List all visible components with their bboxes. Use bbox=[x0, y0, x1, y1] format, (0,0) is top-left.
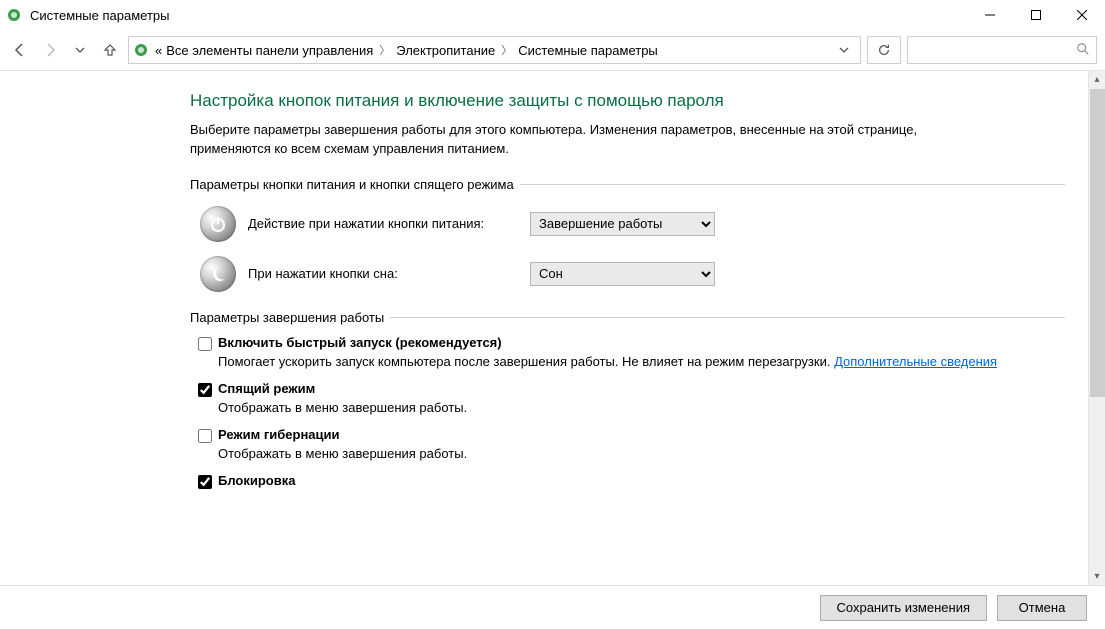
recent-locations-dropdown[interactable] bbox=[68, 38, 92, 62]
group-shutdown: Параметры завершения работы Включить быс… bbox=[190, 310, 1065, 490]
checkbox-title: Включить быстрый запуск (рекомендуется) bbox=[218, 335, 502, 350]
chevron-right-icon: 〉 bbox=[501, 42, 512, 58]
address-icon bbox=[133, 42, 149, 58]
chevron-right-icon: 〉 bbox=[379, 42, 390, 58]
page-title: Настройка кнопок питания и включение защ… bbox=[190, 91, 1065, 111]
breadcrumb-prefix: « bbox=[155, 43, 162, 58]
checkbox-fast-startup: Включить быстрый запуск (рекомендуется) … bbox=[198, 335, 1065, 371]
power-button-select[interactable]: Завершение работы bbox=[530, 212, 715, 236]
breadcrumb: « Все элементы панели управления 〉 Элект… bbox=[155, 42, 826, 58]
power-button-row: Действие при нажатии кнопки питания: Зав… bbox=[200, 206, 1065, 242]
content-area: Настройка кнопок питания и включение защ… bbox=[0, 70, 1105, 585]
scroll-down-icon[interactable]: ▾ bbox=[1089, 568, 1105, 585]
close-button[interactable] bbox=[1059, 0, 1105, 30]
forward-button[interactable] bbox=[38, 38, 62, 62]
moon-icon bbox=[200, 256, 236, 292]
up-button[interactable] bbox=[98, 38, 122, 62]
checkbox-input[interactable] bbox=[198, 383, 212, 397]
maximize-button[interactable] bbox=[1013, 0, 1059, 30]
checkbox-desc: Отображать в меню завершения работы. bbox=[218, 399, 1065, 417]
group-legend: Параметры кнопки питания и кнопки спящег… bbox=[190, 177, 520, 192]
more-info-link[interactable]: Дополнительные сведения bbox=[834, 354, 997, 369]
scroll-up-icon[interactable]: ▴ bbox=[1089, 71, 1105, 88]
footer: Сохранить изменения Отмена bbox=[0, 585, 1105, 629]
search-input[interactable] bbox=[907, 36, 1097, 64]
scroll-thumb[interactable] bbox=[1090, 89, 1105, 397]
checkbox-desc: Помогает ускорить запуск компьютера посл… bbox=[218, 353, 1065, 371]
refresh-button[interactable] bbox=[867, 36, 901, 64]
checkbox-title: Блокировка bbox=[218, 473, 295, 488]
search-icon bbox=[1076, 42, 1090, 59]
save-button[interactable]: Сохранить изменения bbox=[820, 595, 988, 621]
vertical-scrollbar[interactable]: ▴ ▾ bbox=[1088, 71, 1105, 585]
address-history-dropdown[interactable] bbox=[832, 37, 856, 63]
breadcrumb-item[interactable]: Электропитание bbox=[396, 43, 495, 58]
window-title: Системные параметры bbox=[30, 8, 169, 23]
checkbox-desc: Отображать в меню завершения работы. bbox=[218, 445, 1065, 463]
cancel-button[interactable]: Отмена bbox=[997, 595, 1087, 621]
intro-text: Выберите параметры завершения работы для… bbox=[190, 121, 950, 159]
group-legend: Параметры завершения работы bbox=[190, 310, 390, 325]
checkbox-hibernation: Режим гибернации Отображать в меню завер… bbox=[198, 427, 1065, 463]
checkbox-input[interactable] bbox=[198, 337, 212, 351]
checkbox-input[interactable] bbox=[198, 475, 212, 489]
sleep-button-row: При нажатии кнопки сна: Сон bbox=[200, 256, 1065, 292]
back-button[interactable] bbox=[8, 38, 32, 62]
checkbox-title: Спящий режим bbox=[218, 381, 315, 396]
breadcrumb-item[interactable]: Системные параметры bbox=[518, 43, 657, 58]
checkbox-input[interactable] bbox=[198, 429, 212, 443]
titlebar: Системные параметры bbox=[0, 0, 1105, 30]
window-controls bbox=[967, 0, 1105, 30]
address-bar[interactable]: « Все элементы панели управления 〉 Элект… bbox=[128, 36, 861, 64]
group-power-sleep: Параметры кнопки питания и кнопки спящег… bbox=[190, 177, 1065, 292]
app-icon bbox=[6, 7, 22, 23]
minimize-button[interactable] bbox=[967, 0, 1013, 30]
checkbox-title: Режим гибернации bbox=[218, 427, 340, 442]
checkbox-lock: Блокировка bbox=[198, 473, 1065, 489]
sleep-button-label: При нажатии кнопки сна: bbox=[248, 266, 518, 281]
checkbox-sleep: Спящий режим Отображать в меню завершени… bbox=[198, 381, 1065, 417]
power-button-label: Действие при нажатии кнопки питания: bbox=[248, 216, 518, 231]
breadcrumb-item[interactable]: Все элементы панели управления bbox=[166, 43, 373, 58]
sleep-button-select[interactable]: Сон bbox=[530, 262, 715, 286]
nav-row: « Все элементы панели управления 〉 Элект… bbox=[0, 30, 1105, 70]
power-icon bbox=[200, 206, 236, 242]
